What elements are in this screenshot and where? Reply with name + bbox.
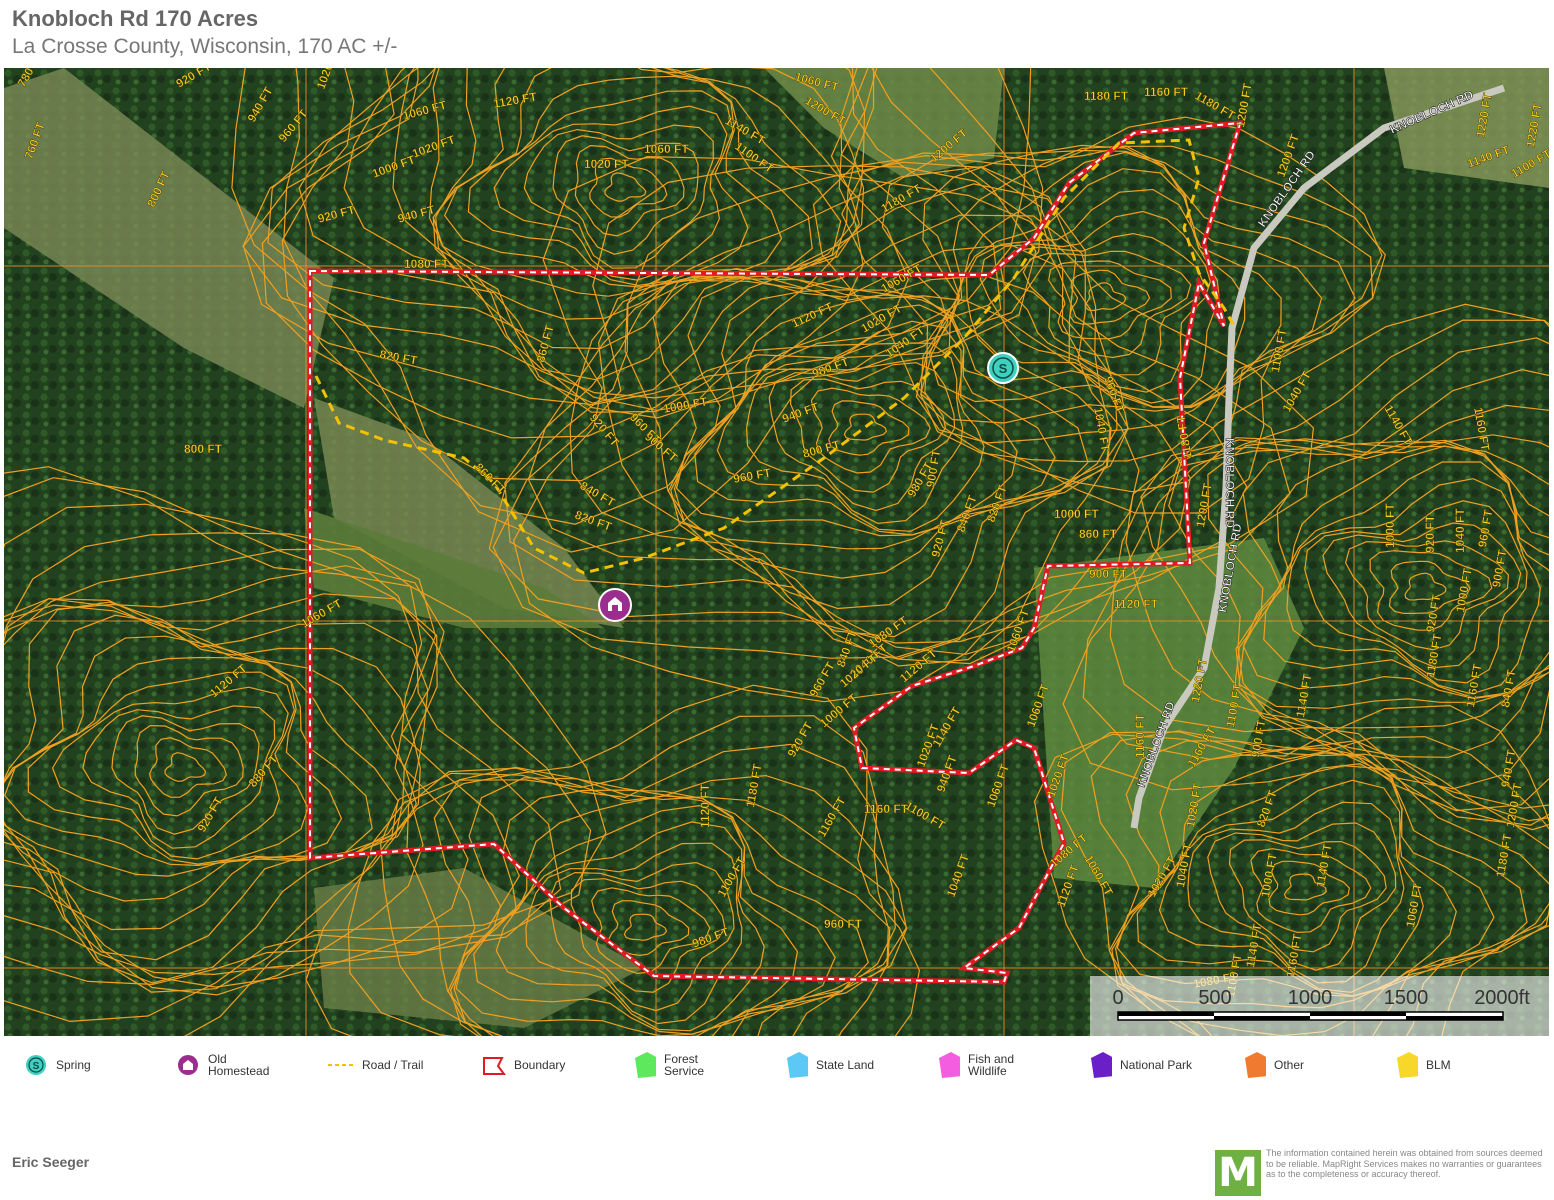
legend-label: Forest Service <box>664 1052 705 1078</box>
contour-label: 1020 FT <box>584 157 629 171</box>
contour-label: 1040 FT <box>1453 508 1467 553</box>
legend-label: National Park <box>1120 1058 1193 1072</box>
scale-tick-label: 0 <box>1112 987 1123 1009</box>
mapright-logo: M <box>1215 1150 1261 1196</box>
forest-service-icon <box>632 1052 656 1078</box>
scale-tick-label: 1000 <box>1288 987 1333 1009</box>
contour-label: 1080 FT <box>404 257 449 271</box>
scale-tick-label: 500 <box>1198 987 1231 1009</box>
legend-label: State Land <box>816 1058 875 1072</box>
other-icon <box>1242 1052 1266 1078</box>
legend-item-spring: S Spring <box>24 1053 91 1077</box>
legend-item-national-park: National Park <box>1088 1052 1193 1078</box>
spring-marker[interactable]: S <box>987 352 1019 384</box>
contour-label: 860 FT <box>1079 527 1118 541</box>
legend-item-boundary: Boundary <box>482 1053 565 1077</box>
contour-label: 960 FT <box>824 917 863 931</box>
contour-label: 800 FT <box>184 442 223 456</box>
state-land-icon <box>784 1052 808 1078</box>
map-legend: S Spring Old Homestead Road / Trail Boun… <box>0 1045 1554 1095</box>
road-label: KNOBLOCH RD <box>1223 438 1237 528</box>
fish-wildlife-icon <box>936 1052 960 1078</box>
trail-icon <box>328 1053 354 1077</box>
contour-label: 1000 FT <box>1383 503 1397 548</box>
contour-label: 1180 FT <box>1084 89 1129 103</box>
disclaimer-text: The information contained herein was obt… <box>1266 1148 1543 1179</box>
map-view[interactable]: 780 FT760 FT920 FT940 FT960 FT1020 FT106… <box>4 68 1549 1036</box>
contour-label: 1000 FT <box>1054 507 1099 521</box>
spring-icon: S <box>24 1053 48 1077</box>
contour-label: 1160 FT <box>1144 85 1189 99</box>
legend-label: Fish and Wildlife <box>968 1052 1015 1078</box>
legend-item-trail: Road / Trail <box>328 1053 423 1077</box>
legend-item-fish-wildlife: Fish and Wildlife <box>936 1052 1015 1078</box>
legend-item-homestead: Old Homestead <box>176 1053 269 1077</box>
contour-label: 900 FT <box>1089 567 1128 581</box>
contour-label: 920 FT <box>1423 514 1437 553</box>
blm-icon <box>1394 1052 1418 1078</box>
legend-item-blm: BLM <box>1394 1052 1451 1078</box>
scale-tick-label: 2000ft <box>1474 987 1530 1009</box>
scale-tick-label: 1500 <box>1384 987 1429 1009</box>
svg-text:S: S <box>33 1061 40 1072</box>
legend-label: Old Homestead <box>208 1052 270 1078</box>
spring-letter: S <box>999 361 1008 376</box>
contour-label: 1120 FT <box>1114 597 1159 611</box>
contour-label: 1120 FT <box>698 783 712 828</box>
legend-item-forest-service: Forest Service <box>632 1052 705 1078</box>
page-subtitle: La Crosse County, Wisconsin, 170 AC +/- <box>12 35 398 58</box>
legend-label: Other <box>1274 1058 1305 1072</box>
author-name: Eric Seeger <box>12 1154 90 1170</box>
boundary-icon <box>482 1053 506 1077</box>
scale-bar: 0 500 1000 1500 2000ft <box>1090 976 1549 1036</box>
legend-item-other: Other <box>1242 1052 1305 1078</box>
contour-label: 1060 FT <box>644 142 689 156</box>
legend-label: Spring <box>56 1058 91 1072</box>
legend-label: Road / Trail <box>362 1058 424 1072</box>
contour-label: 1160 FT <box>864 802 909 816</box>
page-title: Knobloch Rd 170 Acres <box>12 6 259 31</box>
homestead-icon <box>176 1053 200 1077</box>
national-park-icon <box>1088 1052 1112 1078</box>
homestead-marker[interactable] <box>598 588 632 622</box>
legend-label: Boundary <box>514 1058 566 1072</box>
legend-label: BLM <box>1426 1058 1451 1072</box>
legend-item-state-land: State Land <box>784 1052 875 1078</box>
